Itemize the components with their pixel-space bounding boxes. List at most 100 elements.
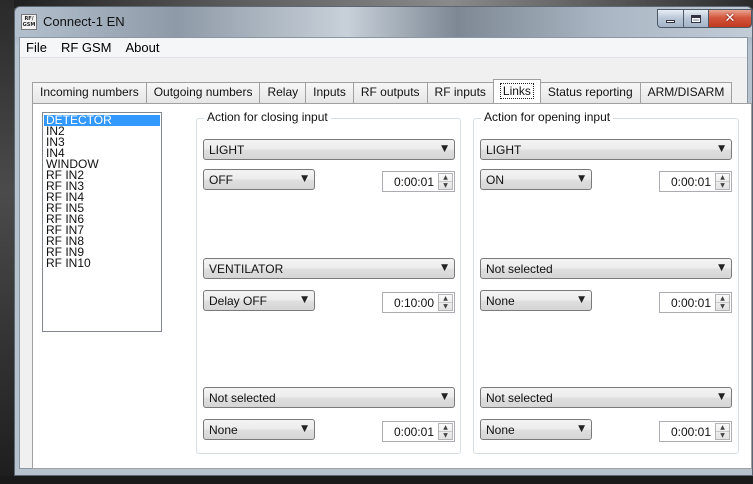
tab-status-reporting[interactable]: Status reporting [539, 82, 641, 103]
tab-label: Inputs [313, 85, 346, 99]
opening-target-dropdown-1[interactable]: LIGHT ▼ [480, 139, 732, 160]
tab-relay[interactable]: Relay [259, 82, 307, 103]
tab-label: ARM/DISARM [647, 85, 725, 99]
app-window: RF/ GSM Connect-1 EN ✕ File RF GSM About… [14, 6, 753, 476]
desktop-background-bottom [0, 476, 753, 484]
opening-target-dropdown-3[interactable]: Not selected ▼ [480, 387, 732, 408]
dropdown-value: LIGHT [486, 143, 522, 157]
closing-time-stepper-3[interactable]: 0:00:01 ▲ ▼ [382, 421, 455, 442]
title-bar[interactable]: RF/ GSM Connect-1 EN ✕ [15, 7, 752, 37]
spin-down-icon[interactable]: ▼ [439, 182, 452, 190]
tab-label: Relay [267, 85, 299, 99]
spin-down-icon[interactable]: ▼ [716, 303, 729, 311]
opening-group-title: Action for opening input [481, 110, 614, 124]
dropdown-value: VENTILATOR [209, 262, 284, 276]
opening-action-dropdown-2[interactable]: None ▼ [480, 290, 592, 311]
spin-down-icon[interactable]: ▼ [439, 303, 452, 311]
minimize-button[interactable] [657, 9, 684, 28]
menu-rf-gsm[interactable]: RF GSM [54, 40, 119, 55]
tab-rf-outputs[interactable]: RF outputs [352, 82, 428, 103]
dropdown-value: LIGHT [209, 143, 245, 157]
dropdown-value: None [486, 423, 515, 437]
opening-action-dropdown-3[interactable]: None ▼ [480, 419, 592, 440]
menu-file[interactable]: File [20, 40, 54, 55]
dropdown-value: None [486, 294, 515, 308]
chevron-down-icon: ▼ [718, 392, 725, 402]
dropdown-value: ON [486, 173, 504, 187]
list-item[interactable]: RF IN10 [44, 257, 160, 269]
window-title: Connect-1 EN [43, 14, 125, 29]
spinner: ▲ ▼ [438, 294, 453, 311]
close-icon: ✕ [724, 11, 736, 26]
spin-down-icon[interactable]: ▼ [716, 432, 729, 440]
tab-label: RF inputs [434, 85, 486, 99]
spin-up-icon[interactable]: ▲ [716, 424, 729, 432]
dropdown-value: Not selected [486, 262, 553, 276]
opening-target-dropdown-2[interactable]: Not selected ▼ [480, 258, 732, 279]
chevron-down-icon: ▼ [441, 263, 448, 273]
time-value: 0:10:00 [393, 296, 434, 310]
tab-links[interactable]: Links [492, 79, 541, 103]
tab-outgoing-numbers[interactable]: Outgoing numbers [145, 82, 261, 103]
opening-action-group: Action for opening input LIGHT ▼ ON ▼ 0:… [473, 110, 739, 454]
closing-action-dropdown-3[interactable]: None ▼ [203, 419, 315, 440]
app-logo-icon: RF/ GSM [21, 14, 37, 30]
chevron-down-icon: ▼ [718, 144, 725, 154]
tab-inputs[interactable]: Inputs [305, 82, 354, 103]
closing-time-stepper-2[interactable]: 0:10:00 ▲ ▼ [382, 292, 455, 313]
time-value: 0:00:01 [670, 296, 711, 310]
tab-incoming-numbers[interactable]: Incoming numbers [32, 82, 147, 103]
time-value: 0:00:01 [670, 175, 711, 189]
time-value: 0:00:01 [393, 175, 434, 189]
inputs-listbox[interactable]: DETECTOR IN2 IN3 IN4 WINDOW RF IN2 RF IN… [42, 112, 162, 332]
time-value: 0:00:01 [670, 425, 711, 439]
closing-time-stepper-1[interactable]: 0:00:01 ▲ ▼ [382, 171, 455, 192]
menu-about[interactable]: About [119, 40, 167, 55]
spin-up-icon[interactable]: ▲ [439, 174, 452, 182]
spin-up-icon[interactable]: ▲ [716, 174, 729, 182]
maximize-icon [691, 14, 701, 23]
closing-target-dropdown-2[interactable]: VENTILATOR ▼ [203, 258, 455, 279]
chevron-down-icon: ▼ [301, 295, 308, 305]
chevron-down-icon: ▼ [301, 424, 308, 434]
spinner: ▲ ▼ [715, 173, 730, 190]
menu-bar: File RF GSM About [20, 38, 747, 58]
minimize-icon [666, 20, 675, 23]
closing-action-dropdown-2[interactable]: Delay OFF ▼ [203, 290, 315, 311]
opening-time-stepper-2[interactable]: 0:00:01 ▲ ▼ [659, 292, 732, 313]
dropdown-value: None [209, 423, 238, 437]
tab-label: Status reporting [547, 85, 633, 99]
tab-rf-inputs[interactable]: RF inputs [426, 82, 494, 103]
close-button[interactable]: ✕ [708, 9, 752, 28]
tab-label: Links [499, 83, 534, 99]
dropdown-value: Not selected [209, 391, 276, 405]
spin-down-icon[interactable]: ▼ [439, 432, 452, 440]
opening-action-dropdown-1[interactable]: ON ▼ [480, 169, 592, 190]
tab-label: Incoming numbers [40, 85, 139, 99]
opening-time-stepper-3[interactable]: 0:00:01 ▲ ▼ [659, 421, 732, 442]
chevron-down-icon: ▼ [441, 392, 448, 402]
chevron-down-icon: ▼ [578, 295, 585, 305]
tab-label: Outgoing numbers [153, 85, 253, 99]
spinner: ▲ ▼ [438, 423, 453, 440]
opening-time-stepper-1[interactable]: 0:00:01 ▲ ▼ [659, 171, 732, 192]
chevron-down-icon: ▼ [441, 144, 448, 154]
spin-down-icon[interactable]: ▼ [716, 182, 729, 190]
dropdown-value: OFF [209, 173, 233, 187]
closing-target-dropdown-3[interactable]: Not selected ▼ [203, 387, 455, 408]
maximize-button[interactable] [683, 9, 709, 28]
spin-up-icon[interactable]: ▲ [439, 295, 452, 303]
closing-action-group: Action for closing input LIGHT ▼ OFF ▼ 0… [196, 110, 461, 454]
tab-label: RF outputs [360, 85, 420, 99]
tab-arm-disarm[interactable]: ARM/DISARM [639, 82, 733, 103]
chevron-down-icon: ▼ [718, 263, 725, 273]
closing-action-dropdown-1[interactable]: OFF ▼ [203, 169, 315, 190]
spinner: ▲ ▼ [715, 294, 730, 311]
closing-target-dropdown-1[interactable]: LIGHT ▼ [203, 139, 455, 160]
dropdown-value: Not selected [486, 391, 553, 405]
spin-up-icon[interactable]: ▲ [439, 424, 452, 432]
tab-strip: Incoming numbers Outgoing numbers Relay … [32, 79, 733, 103]
dropdown-value: Delay OFF [209, 294, 268, 308]
spin-up-icon[interactable]: ▲ [716, 295, 729, 303]
time-value: 0:00:01 [393, 425, 434, 439]
